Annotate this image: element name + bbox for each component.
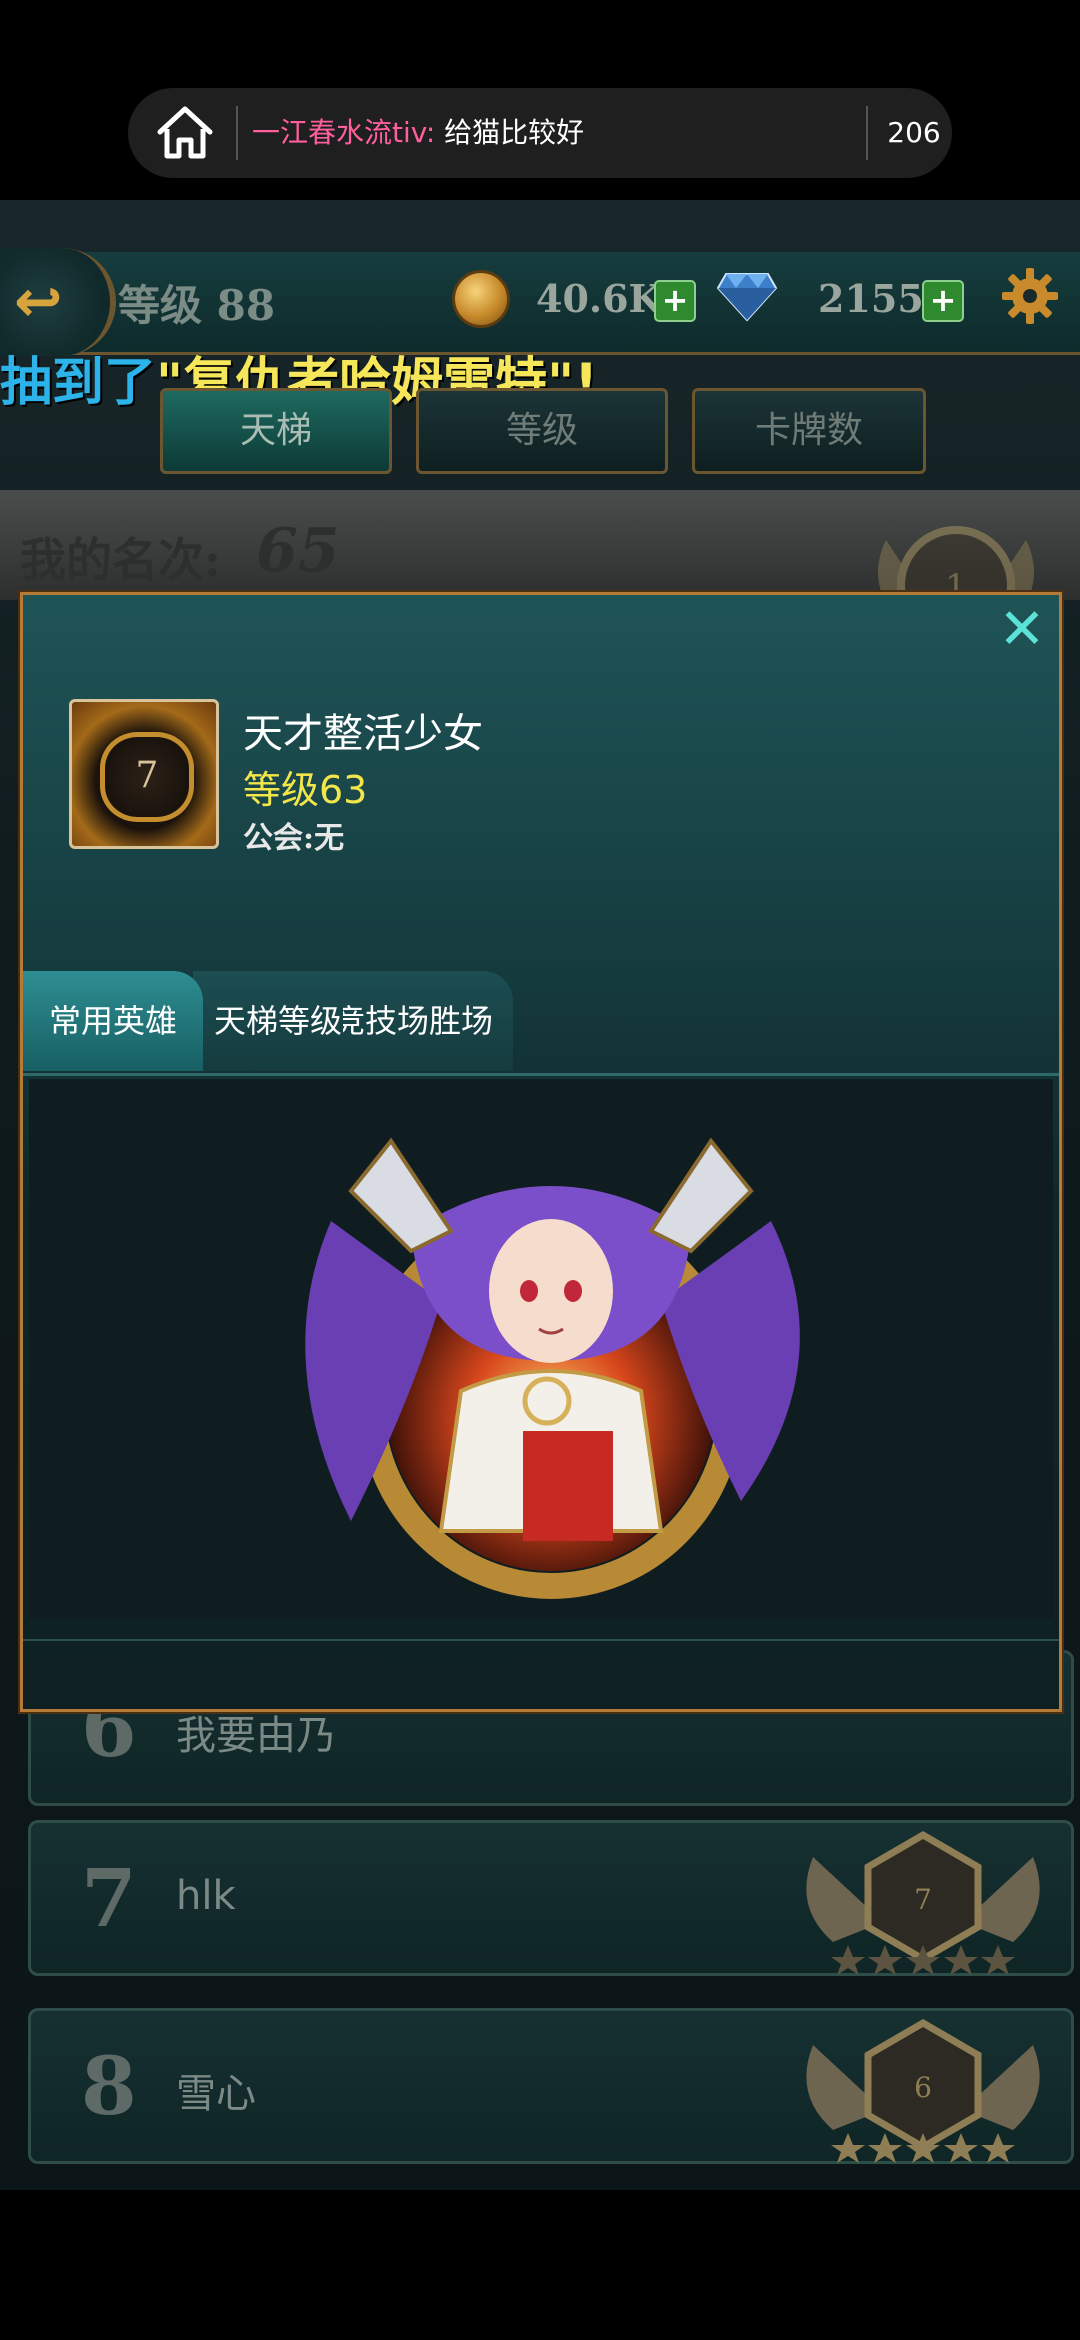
hero-portrait[interactable] <box>261 1101 841 1621</box>
divider <box>866 106 868 160</box>
row-rank: 7 <box>81 1851 137 1945</box>
tab-ladder[interactable]: 天梯 <box>160 388 392 474</box>
ticker-prefix: 抽到了 <box>0 353 157 413</box>
live-comment-bar: 一江春水流tiv: 给猫比较好 206 <box>128 88 952 178</box>
avatar-level: 7 <box>135 755 159 796</box>
diamond-count: 2155 <box>818 276 924 321</box>
comment-message: 给猫比较好 <box>444 116 585 149</box>
coin-icon <box>452 270 510 328</box>
my-rank-label: 我的名次: <box>20 533 221 587</box>
my-rank-value: 65 <box>256 516 340 586</box>
coin-count: 40.6K <box>536 276 662 321</box>
comment-colon: : <box>425 116 436 149</box>
row-rank: 8 <box>81 2039 137 2133</box>
row-player-name: 雪心 <box>176 2071 256 2117</box>
live-comment: 一江春水流tiv: 给猫比较好 <box>252 88 584 178</box>
player-level-label: 等级 88 <box>118 281 276 330</box>
divider <box>23 1639 1059 1641</box>
gear-icon[interactable] <box>1000 266 1060 326</box>
diamond-icon <box>716 273 778 322</box>
tab-card-count[interactable]: 卡牌数 <box>692 388 926 474</box>
add-coins-button[interactable]: + <box>654 280 696 322</box>
svg-text:7: 7 <box>914 1883 932 1916</box>
comment-username[interactable]: 一江春水流tiv <box>252 116 426 149</box>
tab-common-heroes[interactable]: 常用英雄 <box>23 971 203 1071</box>
avatar-medal: 7 <box>100 732 194 822</box>
avatar: 7 <box>69 699 219 849</box>
list-item[interactable]: 8 雪心 6 <box>28 2008 1074 2164</box>
tab-level[interactable]: 等级 <box>416 388 668 474</box>
rank-badge-icon: 7 <box>806 1830 1040 1975</box>
profile-tabs: 竞技场胜场 常用英雄 天梯等级 <box>23 971 1059 1076</box>
rank-badge-icon: 6 <box>806 2018 1040 2163</box>
tab-ladder-level[interactable]: 天梯等级 <box>203 971 353 1071</box>
player-profile-dialog: ✕ 7 天才整活少女 等级63 公会:无 竞技场胜场 常用英雄 天梯等级 <box>20 592 1062 1712</box>
svg-text:6: 6 <box>914 2071 932 2104</box>
divider <box>236 106 238 160</box>
row-player-name: hlk <box>176 1873 236 1919</box>
viewer-count: 206 <box>887 116 941 149</box>
home-icon[interactable] <box>154 102 216 164</box>
player-name: 天才整活少女 <box>243 711 483 757</box>
add-diamonds-button[interactable]: + <box>922 280 964 322</box>
player-guild: 公会:无 <box>243 821 345 856</box>
player-level: 等级63 <box>243 768 368 812</box>
close-icon[interactable]: ✕ <box>997 602 1047 658</box>
back-arrow-icon: ↩ <box>14 267 63 335</box>
list-item[interactable]: 7 hlk 7 <box>28 1820 1074 1976</box>
